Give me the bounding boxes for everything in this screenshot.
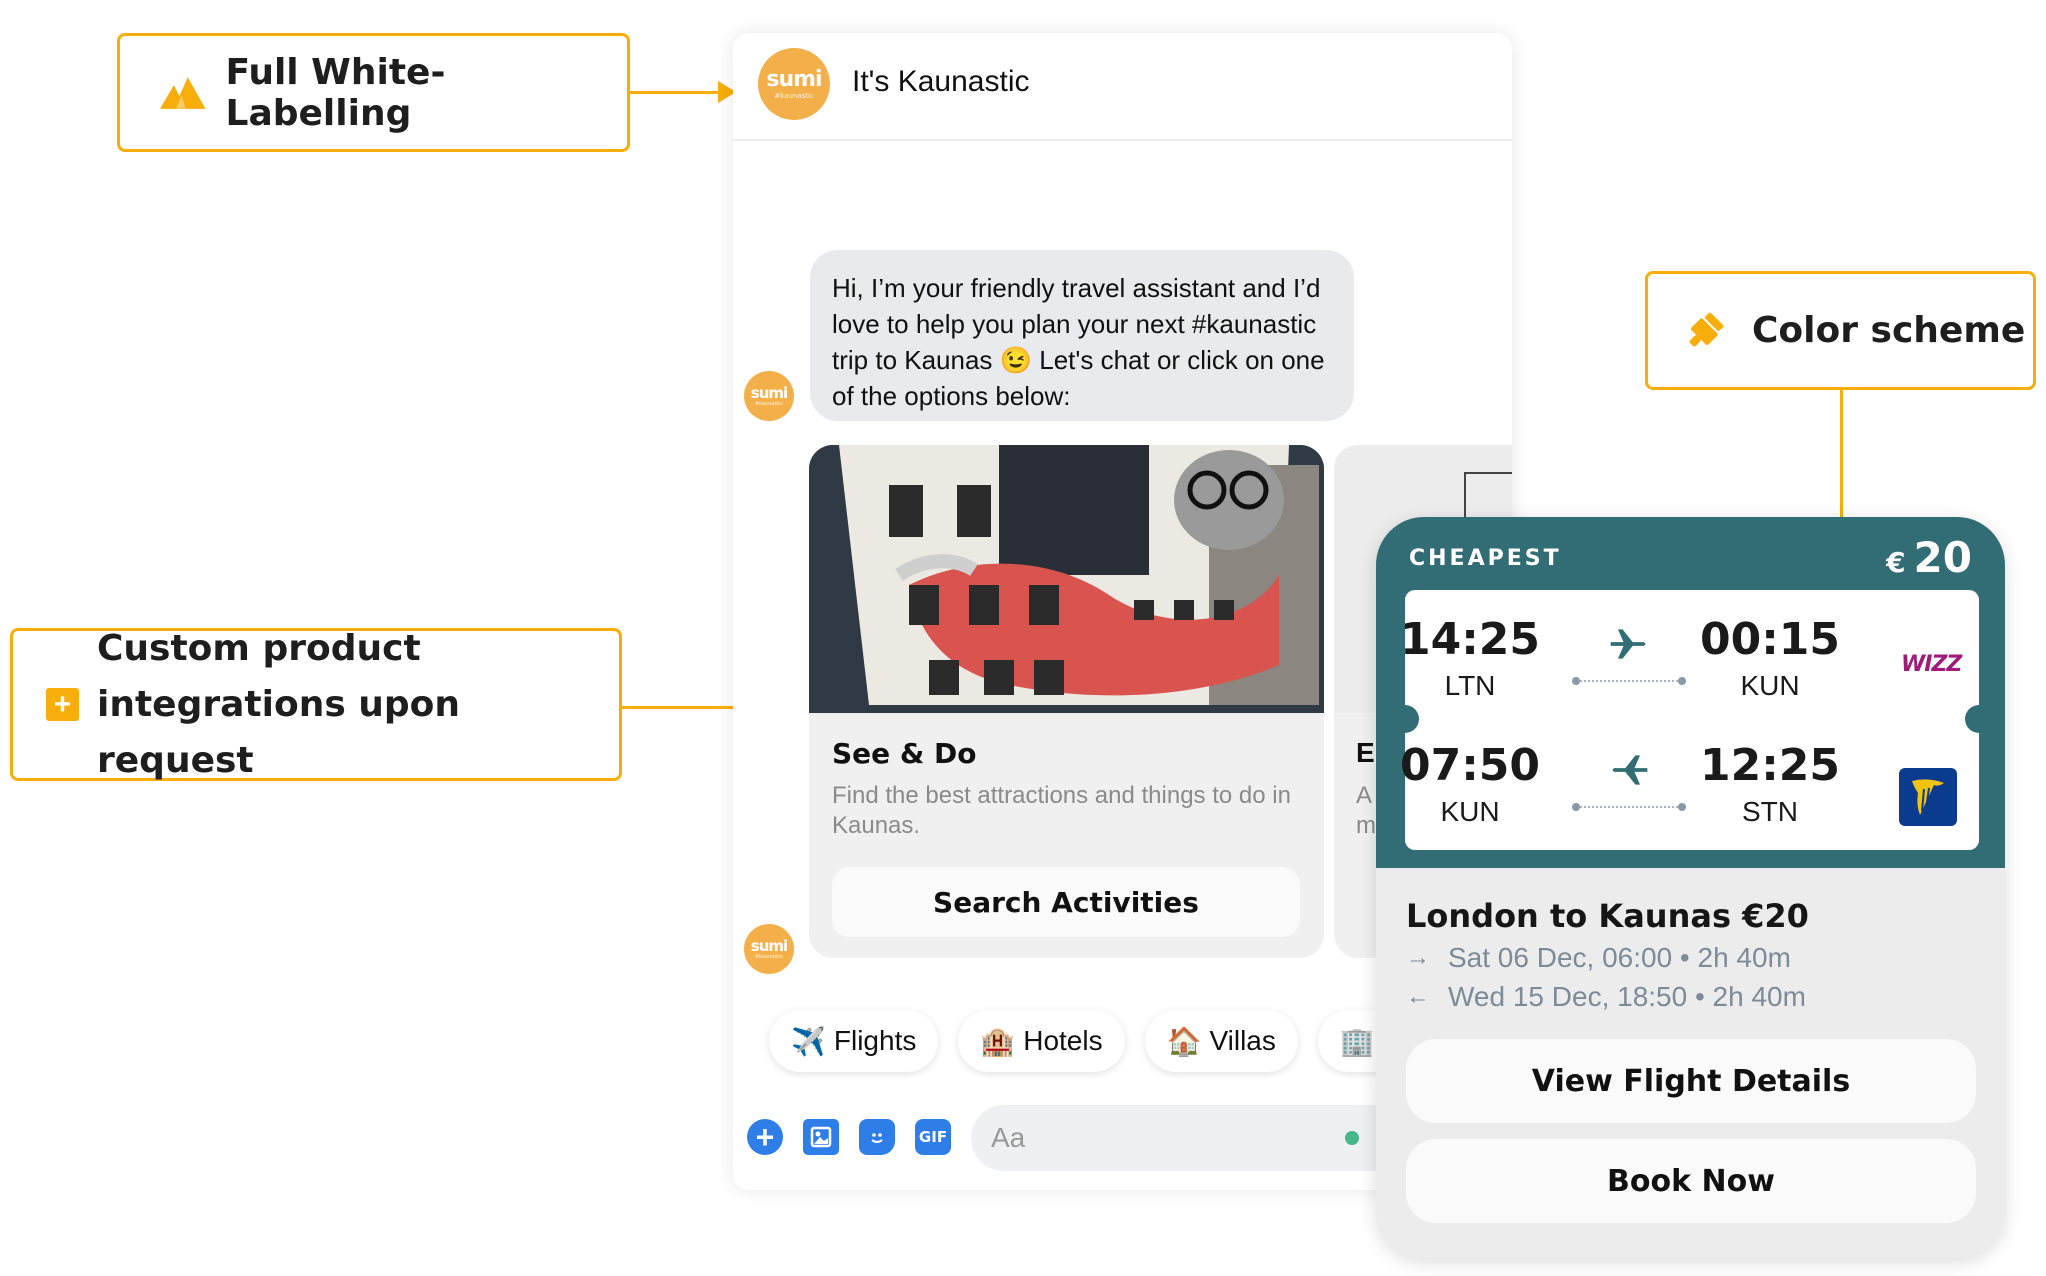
return-date: ← Wed 15 Dec, 18:50 • 2h 40m bbox=[1406, 981, 1806, 1013]
quick-reply-hotels[interactable]: 🏨 Hotels bbox=[958, 1010, 1125, 1072]
message-avatar-logo: sumi bbox=[750, 383, 788, 402]
outbound-date: → Sat 06 Dec, 06:00 • 2h 40m bbox=[1406, 942, 1791, 974]
house-icon: 🏠 bbox=[1166, 1025, 1202, 1057]
flight-path-line bbox=[1572, 803, 1686, 811]
depart-code: KUN bbox=[1440, 796, 1500, 827]
card2-title: E bbox=[1356, 737, 1375, 768]
sticker-icon[interactable] bbox=[859, 1119, 895, 1155]
card2-description-line1: A bbox=[1356, 782, 1373, 809]
search-activities-button[interactable]: Search Activities bbox=[832, 867, 1300, 937]
mountain-logo-icon bbox=[160, 76, 206, 109]
harp-icon bbox=[1912, 779, 1944, 815]
gif-icon[interactable]: GIF bbox=[915, 1119, 951, 1155]
arrow-left-icon: ← bbox=[1406, 983, 1430, 1010]
message-avatar-tag: #kaunastic bbox=[754, 400, 784, 407]
paint-brush-icon bbox=[1689, 312, 1724, 346]
card2-description: A m bbox=[1356, 781, 1376, 841]
quick-reply-label: Flights bbox=[833, 1025, 917, 1056]
card-avatar-logo: sumi bbox=[750, 936, 788, 955]
return-date-text: Wed 15 Dec, 18:50 • 2h 40m bbox=[1448, 981, 1806, 1012]
book-now-button[interactable]: Book Now bbox=[1406, 1139, 1976, 1223]
status-dot bbox=[1345, 1131, 1359, 1145]
mural-photo-icon bbox=[809, 445, 1324, 713]
card-title: See & Do bbox=[832, 737, 977, 770]
flight-price: € 20 bbox=[1886, 533, 1972, 582]
price-currency: € bbox=[1886, 546, 1906, 579]
quick-reply-villas[interactable]: 🏠 Villas bbox=[1144, 1010, 1298, 1072]
quick-reply-label: Hotels bbox=[1023, 1025, 1103, 1056]
plane-left-icon bbox=[1612, 755, 1648, 785]
depart-time: 07:50 bbox=[1399, 740, 1541, 791]
bot-avatar-logo: sumi bbox=[766, 66, 822, 92]
price-amount: 20 bbox=[1913, 533, 1972, 582]
plane-right-icon bbox=[1610, 629, 1646, 659]
color-scheme-arrow bbox=[1840, 390, 1843, 522]
callout-color-scheme: Color scheme bbox=[1645, 271, 2036, 390]
card-avatar: sumi #kaunastic bbox=[744, 924, 794, 974]
quick-reply-label: Villas bbox=[1209, 1025, 1276, 1056]
bot-message-bubble: Hi, I’m your friendly travel assistant a… bbox=[810, 250, 1354, 421]
flight-leg-return: 07:50 KUN 12:25 STN bbox=[1400, 726, 1979, 846]
card-description: Find the best attractions and things to … bbox=[832, 782, 1291, 839]
arrow-right-icon: → bbox=[1406, 944, 1430, 971]
wizz-air-logo: WIZZ bbox=[1901, 652, 1962, 677]
depart-time: 14:25 bbox=[1399, 614, 1541, 665]
quick-reply-flights[interactable]: ✈️ Flights bbox=[769, 1010, 939, 1072]
bot-avatar-tag: #kaunastic bbox=[774, 91, 814, 100]
depart-code: LTN bbox=[1444, 670, 1496, 701]
ryanair-logo bbox=[1899, 768, 1957, 826]
arrive-time: 00:15 bbox=[1699, 614, 1841, 665]
office-building-icon: 🏢 bbox=[1339, 1025, 1375, 1057]
card-avatar-tag: #kaunastic bbox=[754, 953, 784, 960]
arrive-time: 12:25 bbox=[1699, 740, 1841, 791]
route-title: London to Kaunas €20 bbox=[1406, 897, 1809, 935]
quick-replies: ✈️ Flights 🏨 Hotels 🏠 Villas 🏢 bbox=[769, 1010, 1405, 1072]
chat-title: It's Kaunastic bbox=[852, 65, 1030, 98]
white-label-arrow bbox=[630, 91, 722, 94]
hotel-icon: 🏨 bbox=[980, 1025, 1016, 1057]
flight-leg-outbound: 14:25 LTN 00:15 KUN WIZZ bbox=[1400, 600, 1979, 720]
flight-offer-card: CHEAPEST € 20 14:25 LTN 00:15 KUN WIZZ 0… bbox=[1376, 517, 2005, 1258]
airplane-icon: ✈️ bbox=[791, 1025, 826, 1057]
callout-custom-line2: integrations upon request bbox=[97, 683, 461, 781]
cheapest-label: CHEAPEST bbox=[1409, 546, 1562, 571]
flight-card-header: CHEAPEST € 20 14:25 LTN 00:15 KUN WIZZ 0… bbox=[1376, 517, 2005, 868]
view-flight-details-button[interactable]: View Flight Details bbox=[1406, 1039, 1976, 1123]
flight-ticket: 14:25 LTN 00:15 KUN WIZZ 07:50 KUN 12:25… bbox=[1391, 590, 1993, 850]
message-avatar: sumi #kaunastic bbox=[744, 371, 794, 421]
outbound-date-text: Sat 06 Dec, 06:00 • 2h 40m bbox=[1448, 942, 1791, 973]
flight-path-line bbox=[1572, 677, 1686, 685]
bot-avatar: sumi #kaunastic bbox=[758, 48, 830, 120]
plus-icon[interactable]: + bbox=[747, 1119, 783, 1155]
chat-header: sumi #kaunastic It's Kaunastic bbox=[733, 33, 1512, 141]
connector-line-horizontal bbox=[1464, 472, 1512, 474]
card-image-mural bbox=[809, 445, 1324, 713]
callout-color-scheme-text: Color scheme bbox=[1752, 310, 2026, 351]
plus-square-icon: + bbox=[46, 688, 79, 721]
carousel-card-see-do: See & Do Find the best attractions and t… bbox=[809, 445, 1324, 958]
callout-white-labelling: Full White-Labelling bbox=[117, 33, 630, 152]
callout-custom-integrations: + Custom product integrations upon reque… bbox=[10, 628, 622, 781]
callout-white-labelling-text: Full White-Labelling bbox=[225, 51, 446, 134]
callout-custom-line1: Custom product bbox=[97, 627, 421, 669]
arrive-code: STN bbox=[1742, 796, 1798, 827]
card2-description-line2: m bbox=[1356, 812, 1376, 839]
arrive-code: KUN bbox=[1740, 670, 1800, 701]
photo-icon[interactable] bbox=[803, 1119, 839, 1155]
